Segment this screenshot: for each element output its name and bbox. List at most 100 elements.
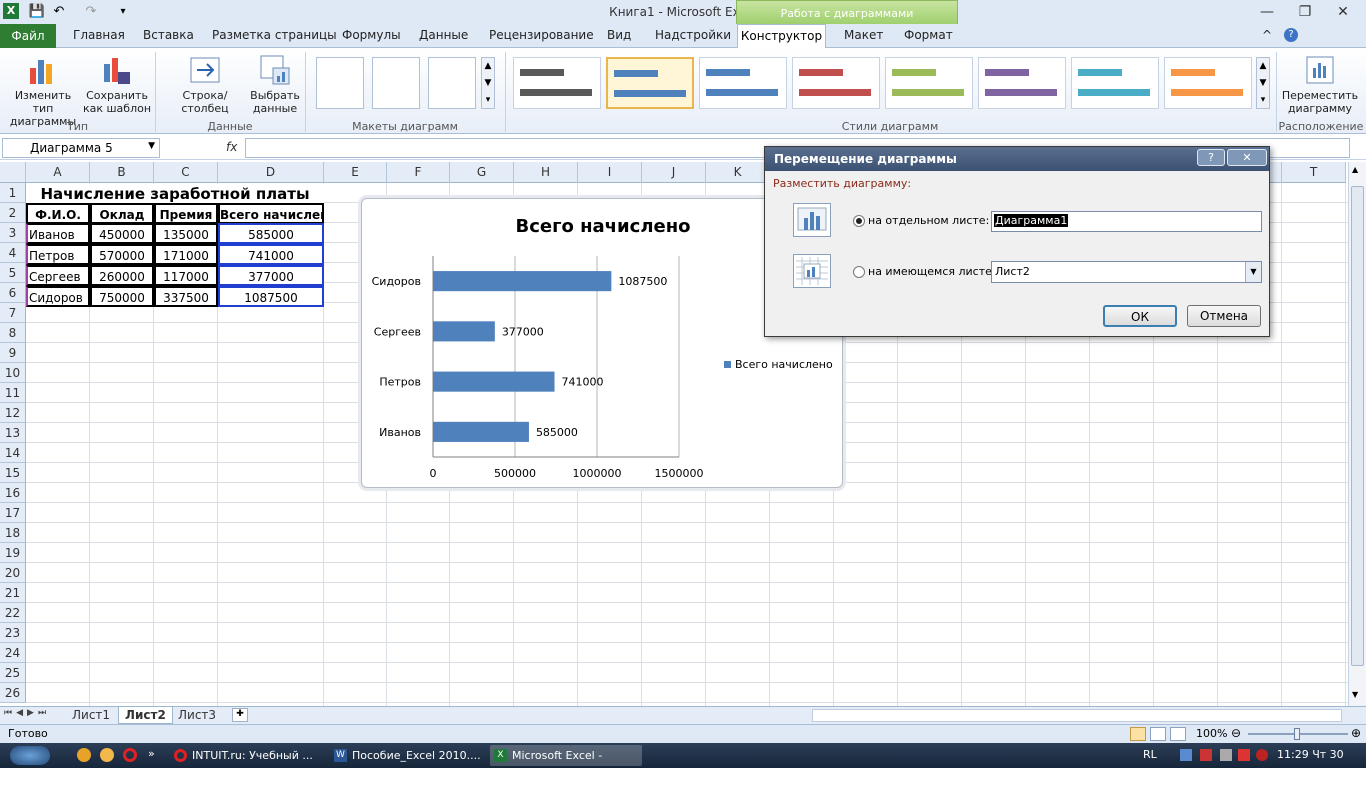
- taskbar-item-excel[interactable]: X Microsoft Excel - Книга1: [490, 745, 642, 783]
- tab-view[interactable]: Вид: [607, 28, 631, 42]
- move-chart-button[interactable]: Переместить диаграмму: [1280, 89, 1360, 115]
- chart-style-4[interactable]: [792, 57, 880, 109]
- bar[interactable]: [433, 271, 612, 292]
- zoom-out-icon[interactable]: ⊖: [1231, 726, 1241, 740]
- category-label[interactable]: Сидоров: [372, 275, 421, 288]
- chart-style-6[interactable]: [978, 57, 1066, 109]
- chart-layout-2[interactable]: [372, 57, 420, 109]
- minimize-button[interactable]: —: [1254, 2, 1280, 22]
- ok-button[interactable]: ОК: [1103, 305, 1177, 327]
- zoom-slider[interactable]: [1248, 728, 1348, 740]
- restore-button[interactable]: ❐: [1292, 2, 1318, 22]
- radio-new-sheet[interactable]: [853, 215, 865, 227]
- table-header-cell[interactable]: Ф.И.О.: [26, 203, 90, 224]
- radio-new-sheet-label[interactable]: на отдельном листе:: [868, 214, 989, 227]
- table-cell[interactable]: 171000: [154, 244, 218, 265]
- chart-title[interactable]: Всего начислено: [515, 216, 690, 237]
- row-header-23[interactable]: 23: [0, 623, 26, 643]
- sheet-tab-2[interactable]: Лист2: [118, 707, 173, 724]
- bar[interactable]: [433, 371, 555, 392]
- category-label[interactable]: Петров: [379, 376, 421, 389]
- table-header-cell[interactable]: Всего начислено: [218, 203, 324, 224]
- scroll-up-icon[interactable]: ▲: [1352, 165, 1358, 174]
- table-cell[interactable]: 741000: [218, 244, 324, 265]
- row-header-13[interactable]: 13: [0, 423, 26, 443]
- switch-row-column-icon[interactable]: [189, 54, 221, 86]
- chart-style-1[interactable]: [513, 57, 601, 109]
- row-header-5[interactable]: 5: [0, 263, 26, 283]
- tab-home[interactable]: Главная: [73, 28, 125, 42]
- switch-row-column-button[interactable]: Строка/столбец: [160, 89, 250, 115]
- table-header-cell[interactable]: Премия: [154, 203, 218, 224]
- move-chart-icon[interactable]: [1304, 54, 1336, 86]
- data-label[interactable]: 741000: [562, 376, 604, 389]
- row-header-9[interactable]: 9: [0, 343, 26, 363]
- data-label[interactable]: 377000: [502, 325, 544, 338]
- zoom-level[interactable]: 100%: [1196, 727, 1227, 740]
- column-header-B[interactable]: B: [90, 162, 154, 183]
- tray-icon[interactable]: [1238, 749, 1250, 761]
- chevron-down-icon[interactable]: ▼: [148, 141, 155, 151]
- scroll-thumb[interactable]: [1351, 186, 1364, 666]
- table-cell[interactable]: Сидоров: [26, 286, 90, 307]
- legend-swatch[interactable]: [724, 361, 731, 368]
- row-header-3[interactable]: 3: [0, 223, 26, 243]
- vertical-scrollbar[interactable]: ▲ ▼: [1348, 162, 1366, 706]
- tab-page-layout[interactable]: Разметка страницы: [212, 28, 337, 42]
- fx-icon[interactable]: fx: [226, 140, 237, 154]
- chart-style-5[interactable]: [885, 57, 973, 109]
- column-header-K[interactable]: K: [706, 162, 770, 183]
- tray-icon[interactable]: [1180, 749, 1192, 761]
- category-label[interactable]: Иванов: [379, 426, 421, 439]
- sheet-tab-1[interactable]: Лист1: [66, 707, 116, 724]
- chart-style-7[interactable]: [1071, 57, 1159, 109]
- sheet-tab-3[interactable]: Лист3: [172, 707, 222, 724]
- start-button-icon[interactable]: [10, 746, 50, 765]
- table-cell[interactable]: 377000: [218, 265, 324, 286]
- existing-sheet-select[interactable]: Лист2 ▼: [991, 261, 1262, 283]
- chevron-down-icon[interactable]: ▼: [1245, 262, 1261, 282]
- x-tick-label[interactable]: 1000000: [573, 467, 622, 480]
- tab-design[interactable]: Конструктор: [737, 24, 826, 49]
- quicklaunch-icon[interactable]: [77, 748, 91, 762]
- table-cell[interactable]: 750000: [90, 286, 154, 307]
- row-header-21[interactable]: 21: [0, 583, 26, 603]
- tab-formulas[interactable]: Формулы: [342, 28, 401, 42]
- change-chart-type-icon[interactable]: [27, 54, 59, 86]
- tab-layout[interactable]: Макет: [844, 28, 883, 42]
- table-cell[interactable]: 585000: [218, 223, 324, 244]
- row-header-2[interactable]: 2: [0, 203, 26, 223]
- table-cell[interactable]: 337500: [154, 286, 218, 307]
- row-header-8[interactable]: 8: [0, 323, 26, 343]
- row-header-22[interactable]: 22: [0, 603, 26, 623]
- row-header-6[interactable]: 6: [0, 283, 26, 303]
- data-label[interactable]: 1087500: [618, 275, 667, 288]
- row-header-7[interactable]: 7: [0, 303, 26, 323]
- x-tick-label[interactable]: 1500000: [655, 467, 704, 480]
- more-icon[interactable]: »: [148, 747, 155, 760]
- legend-label[interactable]: Всего начислено: [735, 358, 833, 371]
- table-cell[interactable]: 570000: [90, 244, 154, 265]
- category-label[interactable]: Сергеев: [374, 325, 421, 338]
- x-tick-label[interactable]: 0: [430, 467, 437, 480]
- table-title[interactable]: Начисление заработной платы: [26, 184, 324, 205]
- chart-style-2[interactable]: [606, 57, 694, 109]
- row-header-26[interactable]: 26: [0, 683, 26, 703]
- row-header-14[interactable]: 14: [0, 443, 26, 463]
- table-header-cell[interactable]: Оклад: [90, 203, 154, 224]
- chart-layout-3[interactable]: [428, 57, 476, 109]
- row-header-19[interactable]: 19: [0, 543, 26, 563]
- help-icon[interactable]: ?: [1284, 28, 1298, 42]
- select-all-corner[interactable]: [0, 162, 26, 183]
- table-cell[interactable]: 117000: [154, 265, 218, 286]
- table-cell[interactable]: 260000: [90, 265, 154, 286]
- layouts-scroll-icon[interactable]: ▲ ▼ ▾: [481, 57, 495, 109]
- table-cell[interactable]: 1087500: [218, 286, 324, 307]
- row-header-15[interactable]: 15: [0, 463, 26, 483]
- insert-sheet-icon[interactable]: ✚: [232, 708, 248, 722]
- chart-style-8[interactable]: [1164, 57, 1252, 109]
- column-header-T[interactable]: T: [1282, 162, 1346, 183]
- row-header-20[interactable]: 20: [0, 563, 26, 583]
- chart-style-3[interactable]: [699, 57, 787, 109]
- save-template-icon[interactable]: [100, 54, 132, 86]
